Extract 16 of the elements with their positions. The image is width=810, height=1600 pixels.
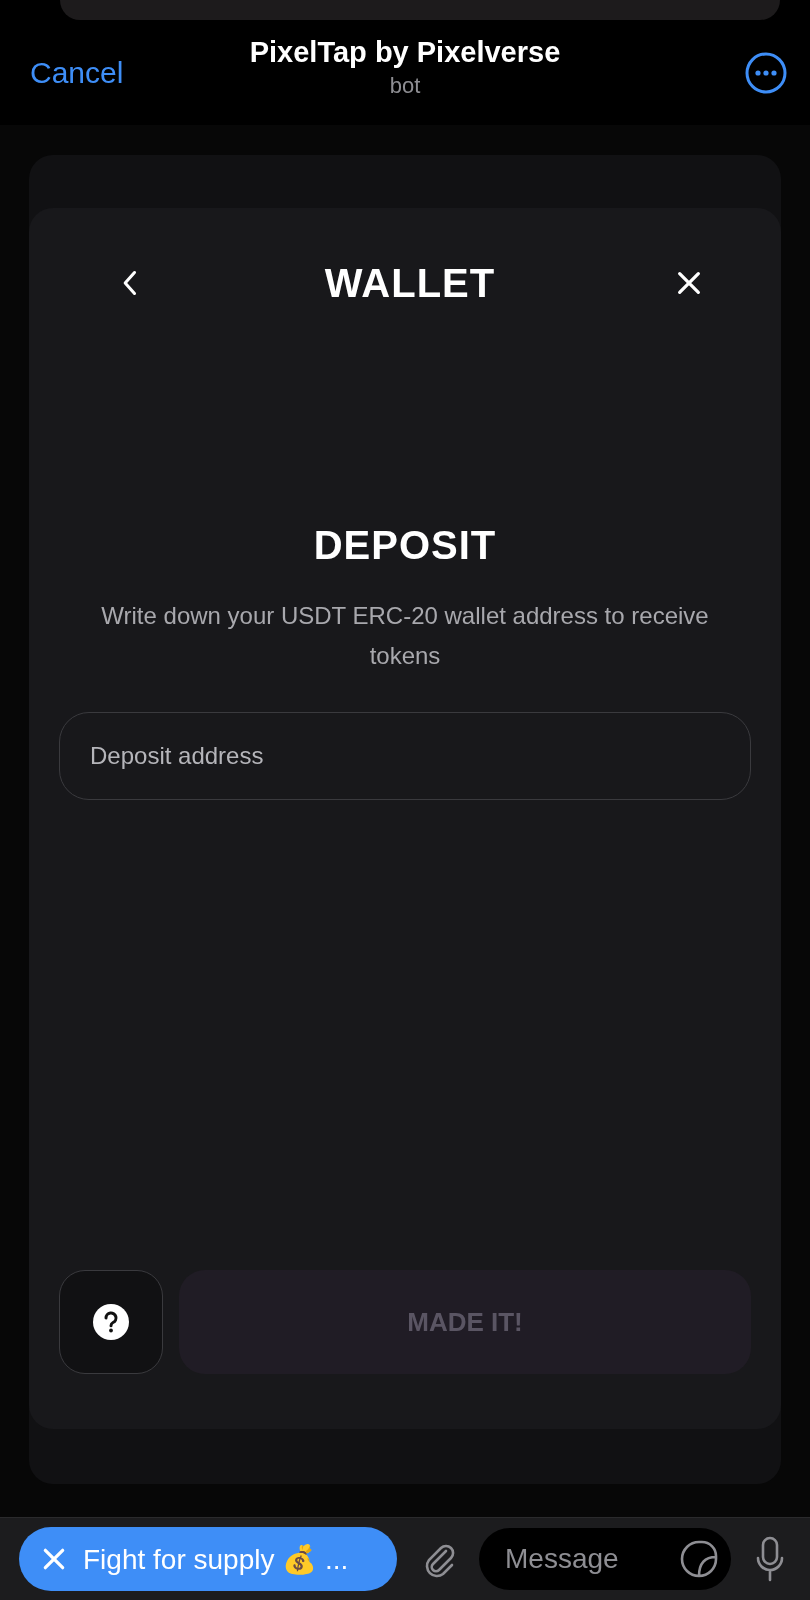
- deposit-address-field[interactable]: Deposit address: [59, 712, 751, 800]
- message-field[interactable]: Message: [479, 1528, 731, 1590]
- cancel-button[interactable]: Cancel: [30, 55, 124, 90]
- message-input[interactable]: Message: [503, 1542, 679, 1576]
- question-icon: [93, 1304, 129, 1340]
- close-icon[interactable]: [675, 269, 703, 297]
- more-icon[interactable]: [744, 50, 788, 95]
- bot-menu-button[interactable]: Fight for supply 💰 ...: [19, 1527, 397, 1591]
- help-button[interactable]: [59, 1270, 163, 1374]
- modal-title: WALLET: [324, 260, 496, 306]
- deposit-heading: DEPOSIT: [312, 523, 498, 568]
- chat-subtitle: bot: [389, 73, 421, 99]
- microphone-icon[interactable]: [755, 1536, 785, 1582]
- sticker-icon[interactable]: [679, 1539, 719, 1579]
- chat-title: PixelTap by Pixelverse: [249, 36, 561, 69]
- description-text: Write down your USDT ERC-20 wallet address to receive tokens: [100, 601, 710, 671]
